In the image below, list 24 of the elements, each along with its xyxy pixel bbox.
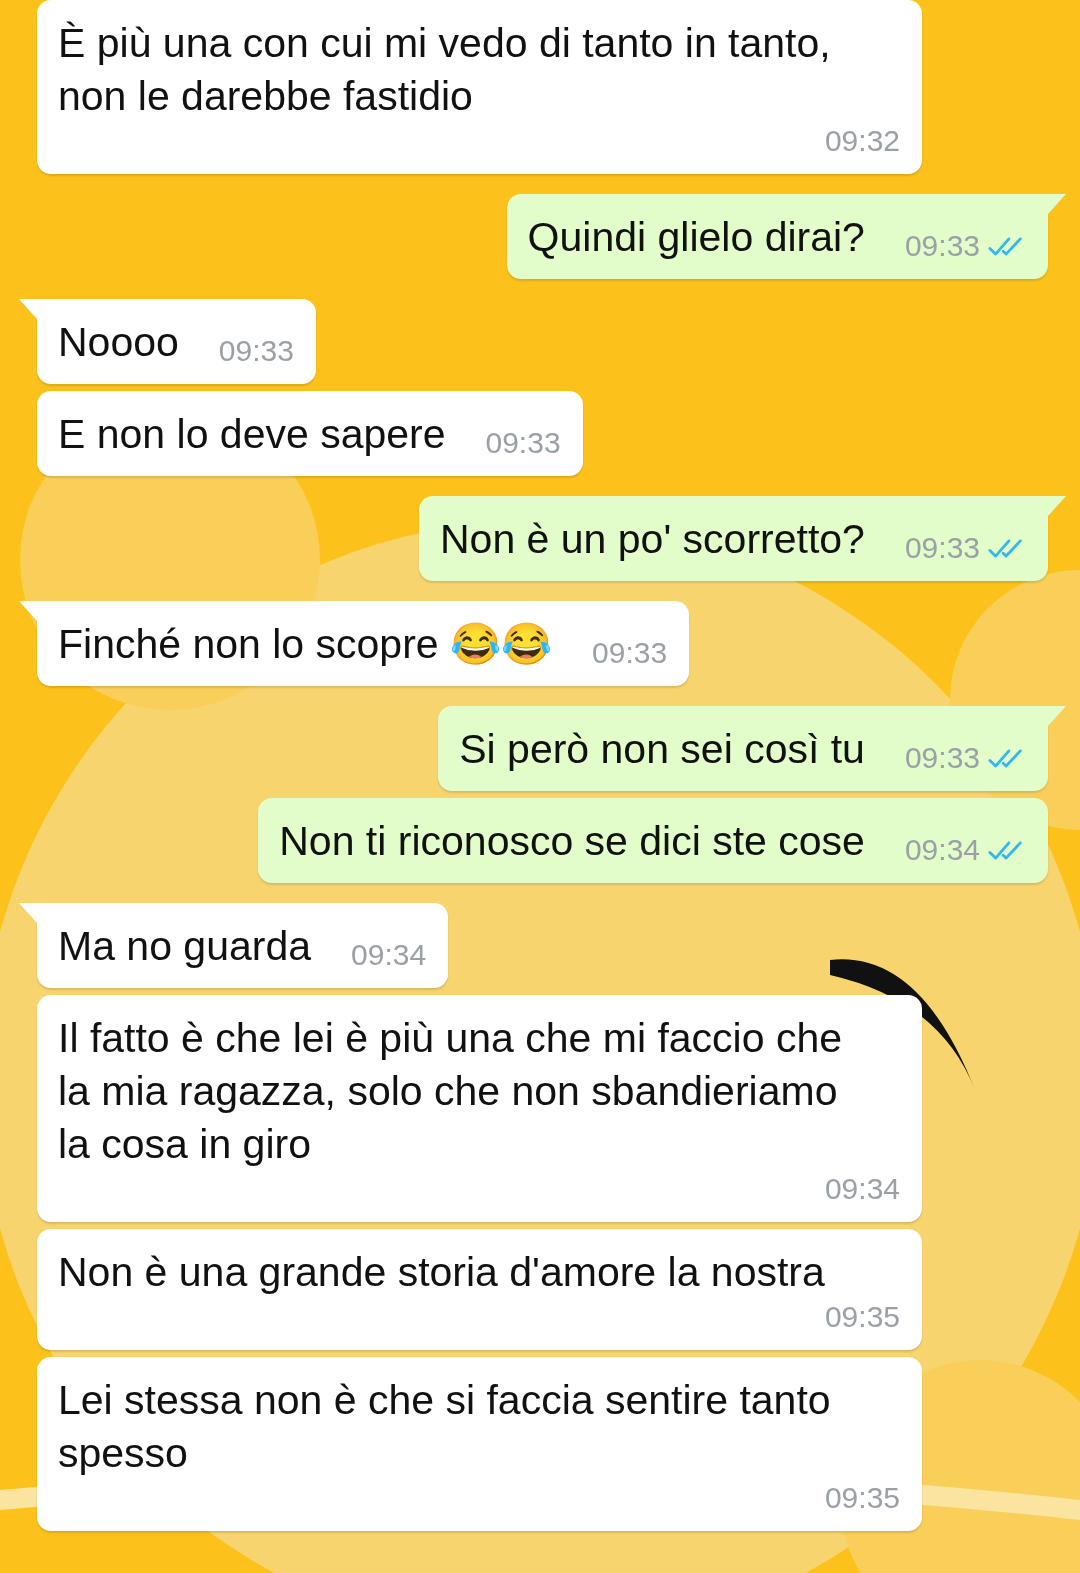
message-time: 09:34 [824, 1171, 900, 1207]
message-time: 09:34 [904, 832, 980, 868]
message-time: 09:33 [904, 740, 980, 776]
message-time: 09:33 [218, 333, 294, 369]
message-text: Non è una grande storia d'amore la nostra [58, 1248, 825, 1297]
message-time: 09:33 [904, 228, 980, 264]
message-text: Noooo [58, 318, 179, 367]
message-text: Non ti riconosco se dici ste cose [279, 817, 865, 866]
message-time: 09:32 [824, 123, 900, 159]
message-text: Non è un po' scorretto? [440, 515, 865, 564]
message-text: Quindi glielo dirai? [527, 213, 865, 262]
message-time: 09:35 [824, 1299, 900, 1335]
message-time: 09:33 [904, 530, 980, 566]
message-text: Si però non sei così tu [459, 725, 865, 774]
message-text: Ma no guarda [58, 922, 311, 971]
message-time: 09:34 [351, 937, 427, 973]
message-time: 09:33 [485, 425, 561, 461]
message-time: 09:35 [824, 1480, 900, 1516]
message-text: Il fatto è che lei è più una che mi faccio che la mia ragazza, solo che non sbandieriamo la cosa in giro [58, 1014, 843, 1169]
message-time: 09:33 [592, 635, 668, 671]
message-text: Finché non lo scopre 😂😂 [58, 620, 552, 669]
message-text: Lei stessa non è che si faccia sentire tanto spesso [58, 1376, 832, 1478]
message-text: È più una con cui mi vedo di tanto in tanto, non le darebbe fastidio [58, 19, 832, 121]
message-text: E non lo deve sapere [58, 410, 446, 459]
